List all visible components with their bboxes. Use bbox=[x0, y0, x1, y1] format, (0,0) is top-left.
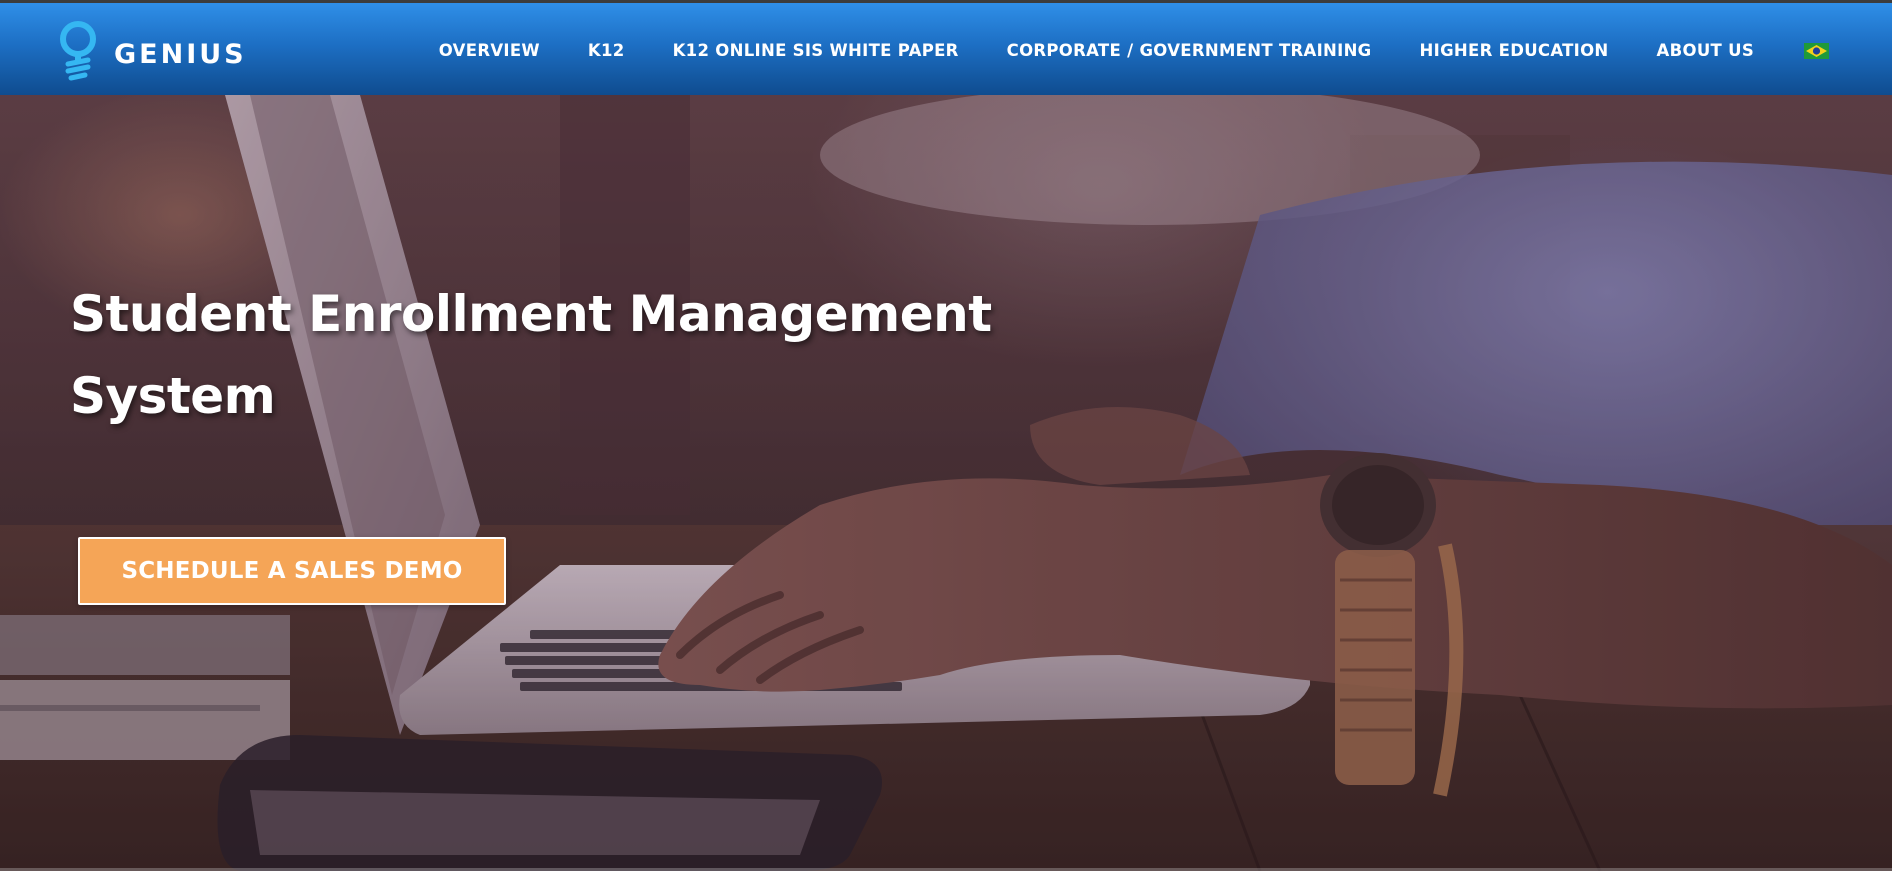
nav-item-higher-education[interactable]: HIGHER EDUCATION bbox=[1420, 41, 1609, 60]
nav-item-about-us[interactable]: ABOUT US bbox=[1657, 41, 1754, 60]
brazil-flag-icon[interactable] bbox=[1804, 42, 1829, 59]
nav-item-corporate-training[interactable]: CORPORATE / GOVERNMENT TRAINING bbox=[1007, 41, 1372, 60]
logo[interactable]: GENIUS bbox=[58, 19, 247, 81]
nav-item-overview[interactable]: OVERVIEW bbox=[439, 41, 540, 60]
brand-name: GENIUS bbox=[114, 38, 247, 70]
nav-item-k12-white-paper[interactable]: K12 ONLINE SIS WHITE PAPER bbox=[673, 41, 959, 60]
nav-item-k12[interactable]: K12 bbox=[588, 41, 625, 60]
hero-title: Student Enrollment Management System bbox=[70, 285, 992, 425]
site-header: GENIUS OVERVIEW K12 K12 ONLINE SIS WHITE… bbox=[0, 0, 1892, 95]
schedule-sales-demo-button[interactable]: SCHEDULE A SALES DEMO bbox=[78, 537, 506, 605]
lightbulb-icon bbox=[58, 19, 102, 81]
main-nav: OVERVIEW K12 K12 ONLINE SIS WHITE PAPER … bbox=[439, 3, 1892, 98]
hero-section: Student Enrollment Management System SCH… bbox=[0, 95, 1892, 871]
hero-overlay bbox=[0, 95, 1892, 871]
